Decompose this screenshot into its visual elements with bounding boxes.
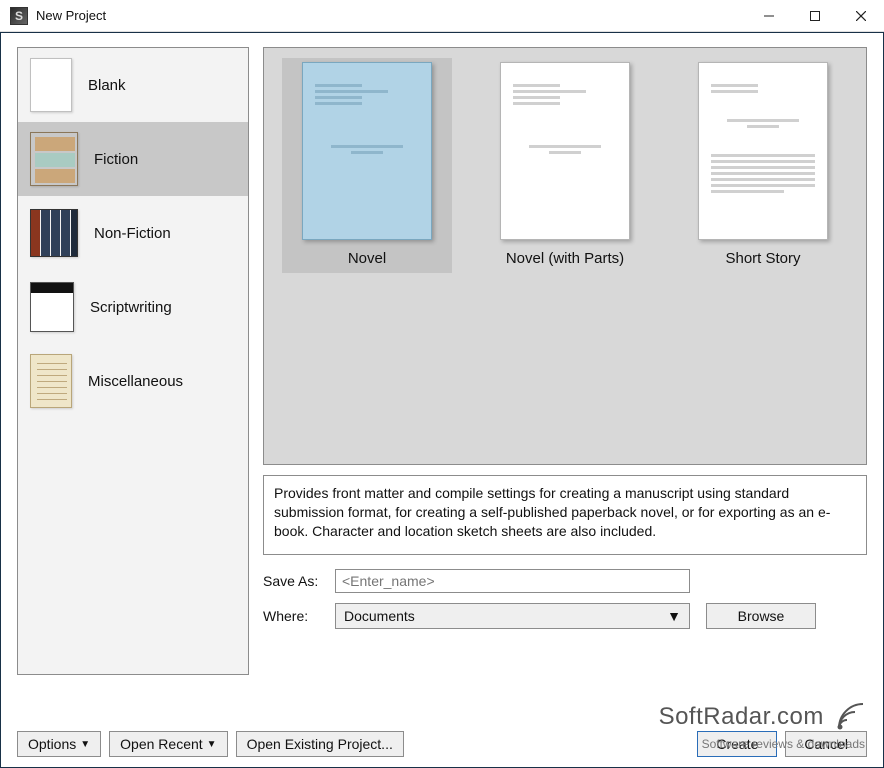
chevron-down-icon: ▼ [80, 739, 90, 750]
maximize-icon [810, 11, 820, 21]
where-value: Documents [344, 608, 415, 624]
window-title: New Project [36, 8, 106, 23]
close-icon [856, 11, 866, 21]
minimize-icon [764, 11, 774, 21]
category-panel: Blank Fiction Non-Fiction Scriptwriting … [17, 47, 249, 675]
template-grid: Novel Novel (with Parts) Short St [263, 47, 867, 465]
category-label: Scriptwriting [90, 299, 172, 316]
category-label: Non-Fiction [94, 225, 171, 242]
parchment-icon [30, 354, 72, 408]
window-controls [746, 0, 884, 31]
encyclopedia-icon [30, 209, 78, 257]
chevron-down-icon: ▼ [667, 608, 681, 624]
open-existing-button[interactable]: Open Existing Project... [236, 731, 404, 757]
create-button[interactable]: Create [697, 731, 777, 757]
cancel-button[interactable]: Cancel [785, 731, 867, 757]
watermark-title: SoftRadar.com [659, 703, 824, 730]
clapperboard-icon [30, 282, 74, 332]
open-recent-button[interactable]: Open Recent ▼ [109, 731, 227, 757]
template-item-novel-parts[interactable]: Novel (with Parts) [480, 58, 650, 273]
category-item-nonfiction[interactable]: Non-Fiction [18, 196, 248, 270]
document-preview-icon [302, 62, 432, 240]
close-button[interactable] [838, 0, 884, 31]
template-item-novel[interactable]: Novel [282, 58, 452, 273]
minimize-button[interactable] [746, 0, 792, 31]
category-item-fiction[interactable]: Fiction [18, 122, 248, 196]
where-label: Where: [263, 608, 329, 624]
template-label: Short Story [725, 250, 800, 267]
open-recent-label: Open Recent [120, 736, 203, 752]
category-label: Fiction [94, 151, 138, 168]
template-description: Provides front matter and compile settin… [263, 475, 867, 555]
document-preview-icon [500, 62, 630, 240]
template-label: Novel (with Parts) [506, 250, 624, 267]
fiction-books-icon [30, 132, 78, 186]
category-item-misc[interactable]: Miscellaneous [18, 344, 248, 418]
blank-page-icon [30, 58, 72, 112]
browse-button[interactable]: Browse [706, 603, 816, 629]
app-icon: S [10, 7, 28, 25]
category-label: Blank [88, 77, 126, 94]
options-label: Options [28, 736, 76, 752]
options-button[interactable]: Options ▼ [17, 731, 101, 757]
category-item-scriptwriting[interactable]: Scriptwriting [18, 270, 248, 344]
save-as-label: Save As: [263, 573, 329, 589]
template-label: Novel [348, 250, 386, 267]
maximize-button[interactable] [792, 0, 838, 31]
chevron-down-icon: ▼ [207, 739, 217, 750]
save-as-input[interactable] [335, 569, 690, 593]
category-label: Miscellaneous [88, 373, 183, 390]
where-combobox[interactable]: Documents ▼ [335, 603, 690, 629]
template-item-short-story[interactable]: Short Story [678, 58, 848, 273]
document-preview-icon [698, 62, 828, 240]
category-item-blank[interactable]: Blank [18, 48, 248, 122]
